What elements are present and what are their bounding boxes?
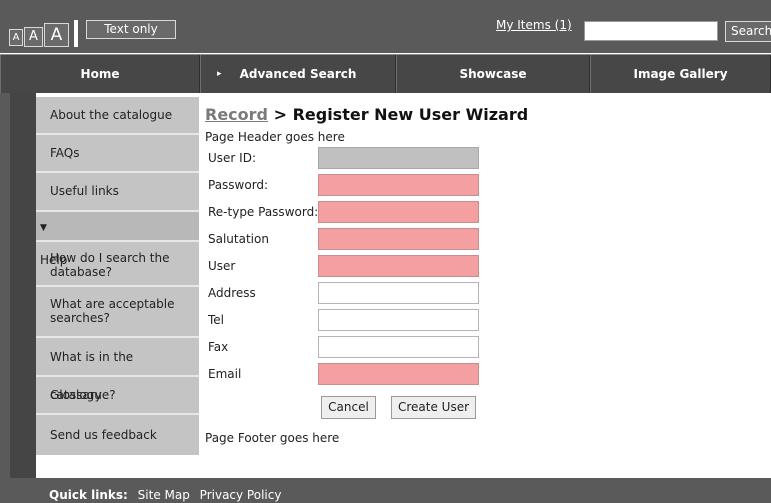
search-input[interactable] [584, 21, 718, 41]
retype-password-field[interactable] [318, 201, 479, 223]
nav-item-label: Advanced Search [239, 67, 357, 81]
page-header-note: Page Header goes here [205, 130, 345, 144]
page-footer-note: Page Footer goes here [205, 431, 340, 445]
main-content: Record > Register New User Wizard [205, 105, 765, 124]
salutation-field[interactable] [318, 228, 479, 250]
sidebar-item-acceptable-searches[interactable]: What are acceptable searches? [36, 287, 199, 338]
sidebar-item-label: What are acceptable searches? [50, 297, 175, 325]
sidebar-item-label: About the catalogue [50, 108, 173, 122]
caret-down-icon: ▼ [40, 223, 47, 233]
left-margin-strip-inner [10, 93, 36, 478]
font-size-large-button[interactable]: A [44, 23, 69, 47]
address-label: Address [208, 286, 256, 300]
sidebar-item-label: Send us feedback [50, 428, 157, 442]
user-label: User [208, 259, 236, 273]
nav-item-home[interactable]: Home [0, 55, 200, 93]
sidebar-item-faqs[interactable]: FAQs [36, 135, 199, 173]
sidebar-item-about[interactable]: About the catalogue [36, 97, 199, 135]
nav-item-label: Image Gallery [633, 67, 728, 81]
user-field[interactable] [318, 255, 479, 277]
sidebar-item-label: How do I search the database? [50, 251, 170, 279]
my-items-link[interactable]: My Items (1) [496, 18, 572, 32]
user-id-label: User ID: [208, 151, 256, 165]
wizard-title: Register New User Wizard [292, 105, 529, 124]
fax-field[interactable] [318, 336, 479, 358]
toolbar-divider [74, 20, 78, 47]
nav-item-label: Showcase [459, 67, 527, 81]
sidebar-item-label: FAQs [50, 146, 80, 160]
nav-item-showcase[interactable]: Showcase [396, 55, 590, 93]
arrow-right-icon: ▸ [217, 69, 222, 79]
nav-item-label: Home [80, 67, 120, 81]
nav-item-image-gallery[interactable]: Image Gallery [590, 55, 771, 93]
page-title: Record > Register New User Wizard [205, 105, 765, 124]
address-field[interactable] [318, 282, 479, 304]
breadcrumb-separator: > [273, 105, 287, 124]
nav-item-advanced-search[interactable]: ▸ Advanced Search [200, 55, 396, 93]
sidebar: About the catalogue FAQs Useful links ▼ H… [36, 97, 199, 455]
tel-label: Tel [208, 313, 225, 327]
privacy-policy-link[interactable]: Privacy Policy [200, 488, 282, 502]
breadcrumb-record-link[interactable]: Record [205, 105, 268, 124]
font-size-medium-button[interactable]: A [24, 27, 43, 47]
sidebar-item-help[interactable]: ▼ Help [36, 212, 199, 267]
site-map-link[interactable]: Site Map [138, 488, 190, 502]
salutation-label: Salutation [208, 232, 269, 246]
fax-label: Fax [208, 340, 229, 354]
retype-password-label: Re-type Password: [208, 205, 319, 219]
top-bar: A A A Text only My Items (1) Search [0, 0, 771, 53]
password-field[interactable] [318, 174, 479, 196]
search-button[interactable]: Search [725, 21, 771, 42]
font-size-small-button[interactable]: A [9, 29, 23, 46]
quick-links-label: Quick links: [49, 488, 128, 502]
user-id-field [318, 147, 479, 169]
main-nav: Home ▸ Advanced Search Showcase Image Ga… [0, 54, 771, 93]
sidebar-item-label: Useful links [50, 184, 119, 198]
sidebar-item-useful-links[interactable]: Useful links [36, 173, 199, 212]
footer-bar: Quick links: Site Map Privacy Policy [0, 478, 771, 503]
cancel-button[interactable]: Cancel [321, 396, 376, 419]
quick-links: Quick links: Site Map Privacy Policy [49, 488, 287, 502]
sidebar-item-feedback[interactable]: Send us feedback [36, 415, 199, 455]
tel-field[interactable] [318, 309, 479, 331]
create-user-button[interactable]: Create User [391, 396, 476, 419]
text-only-button[interactable]: Text only [86, 20, 176, 39]
sidebar-item-label: Glossary [50, 388, 102, 402]
sidebar-item-catalogue-contents[interactable]: What is in the catalogue? [36, 338, 199, 402]
email-field[interactable] [318, 363, 479, 385]
password-label: Password: [208, 178, 269, 192]
sidebar-item-glossary[interactable]: Glossary [36, 377, 199, 415]
email-label: Email [208, 367, 242, 381]
